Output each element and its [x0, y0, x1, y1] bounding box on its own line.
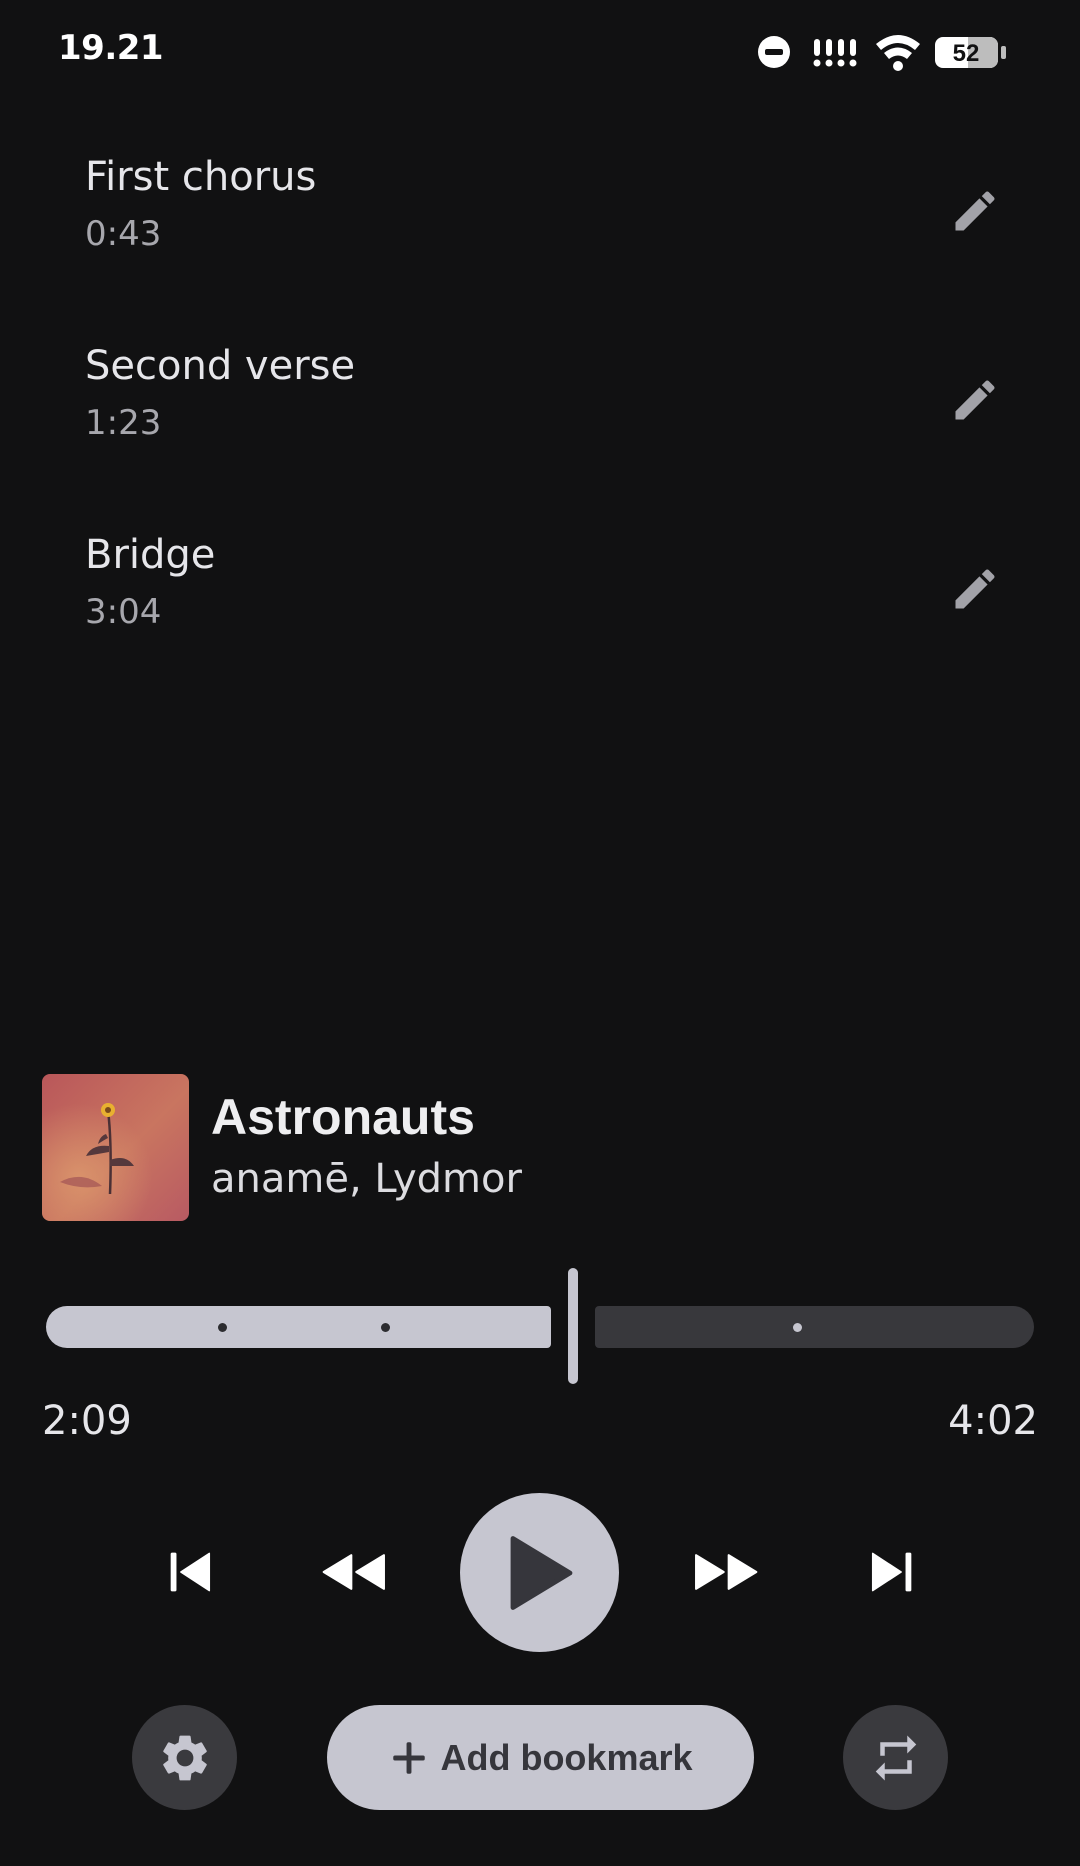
seek-handle[interactable] [568, 1268, 578, 1384]
bookmark-time: 1:23 [85, 403, 162, 443]
bookmark-time: 0:43 [85, 214, 162, 254]
bookmark-item[interactable]: First chorus 0:43 [0, 118, 1080, 307]
bookmark-marker [793, 1323, 802, 1332]
plus-icon [393, 1741, 426, 1774]
edit-bookmark-button[interactable] [932, 168, 1018, 254]
skip-next-icon [871, 1552, 912, 1592]
battery-icon: 52 [935, 37, 1006, 68]
time-total: 4:02 [948, 1398, 1038, 1444]
status-icons: 52 [758, 35, 1006, 71]
add-bookmark-button[interactable]: Add bookmark [327, 1705, 754, 1810]
bookmark-title: First chorus [85, 154, 317, 200]
bookmark-marker [381, 1323, 390, 1332]
skip-previous-icon [170, 1552, 211, 1592]
album-art [42, 1074, 189, 1221]
skip-previous-button[interactable] [150, 1532, 230, 1612]
track-title: Astronauts [211, 1089, 475, 1145]
do-not-disturb-icon [758, 36, 790, 68]
bookmark-title: Bridge [85, 532, 216, 578]
signal-icon [813, 39, 857, 67]
seek-bar-remaining [595, 1306, 1034, 1348]
status-bar: 19.21 52 [0, 0, 1080, 100]
bookmark-item[interactable]: Second verse 1:23 [0, 307, 1080, 496]
skip-next-button[interactable] [852, 1532, 932, 1612]
album-art-image [42, 1074, 189, 1221]
seek-bar-played [46, 1306, 551, 1348]
wifi-icon [876, 35, 920, 71]
gear-icon [162, 1735, 207, 1780]
play-icon [510, 1535, 572, 1610]
pencil-icon [955, 380, 995, 420]
play-button[interactable] [460, 1493, 619, 1652]
rewind-button[interactable] [310, 1532, 400, 1612]
repeat-icon [875, 1735, 916, 1780]
bookmark-marker [218, 1323, 227, 1332]
bookmark-list: First chorus 0:43 Second verse 1:23 Brid… [0, 118, 1080, 685]
bookmark-title: Second verse [85, 343, 356, 389]
battery-level: 52 [953, 40, 980, 67]
rewind-icon [322, 1554, 385, 1590]
seek-bar[interactable] [46, 1268, 1034, 1388]
add-bookmark-label: Add bookmark [440, 1736, 693, 1778]
track-artist: anamē, Lydmor [211, 1156, 522, 1202]
time-elapsed: 2:09 [42, 1398, 132, 1444]
edit-bookmark-button[interactable] [932, 357, 1018, 443]
bookmark-time: 3:04 [85, 592, 162, 632]
pencil-icon [955, 191, 995, 231]
fast-forward-button[interactable] [680, 1532, 770, 1612]
bookmark-item[interactable]: Bridge 3:04 [0, 496, 1080, 685]
settings-button[interactable] [132, 1705, 237, 1810]
repeat-button[interactable] [843, 1705, 948, 1810]
now-playing: Astronauts anamē, Lydmor [0, 1074, 1080, 1224]
pencil-icon [955, 569, 995, 609]
edit-bookmark-button[interactable] [932, 546, 1018, 632]
fast-forward-icon [695, 1554, 758, 1590]
